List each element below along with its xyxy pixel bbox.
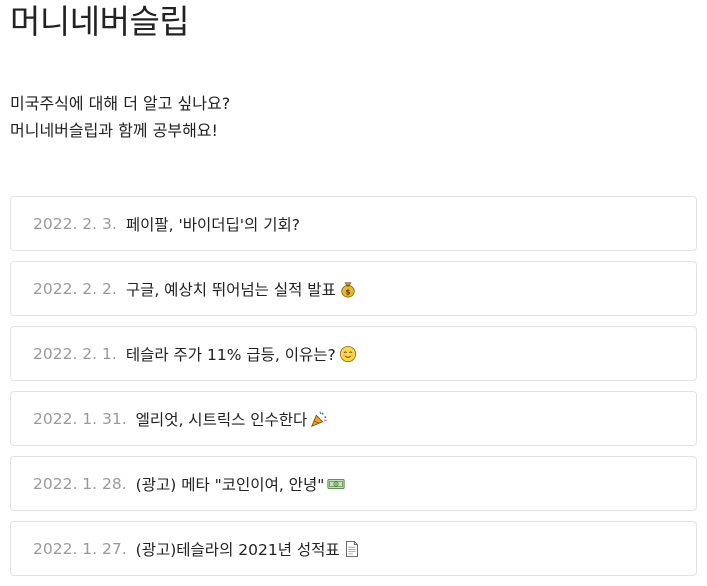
relieved-face-icon [339,345,356,362]
post-item[interactable]: 2022. 1. 31. 엘리엇, 시트릭스 인수한다 [10,391,697,446]
dollar-banknote-icon [327,478,345,489]
post-date: 2022. 1. 31. [33,409,127,428]
post-date: 2022. 2. 1. [33,344,117,363]
post-title[interactable]: (광고) 메타 "코인이여, 안녕" [136,473,325,495]
description-line-1: 미국주식에 대해 더 알고 싶나요? [10,94,231,113]
post-item[interactable]: 2022. 1. 27. (광고)테슬라의 2021년 성적표 [10,521,697,576]
post-date: 2022. 2. 3. [33,214,117,233]
description-line-2: 머니네버슬립과 함께 공부해요! [10,121,218,140]
page-title: 머니네버슬립 [10,2,190,41]
post-item[interactable]: 2022. 2. 2. 구글, 예상치 뛰어넘는 실적 발표 $ [10,261,697,316]
money-bag-icon: $ [341,281,355,298]
post-date: 2022. 1. 27. [33,539,127,558]
post-date: 2022. 2. 2. [33,279,117,298]
party-popper-icon [311,411,328,427]
post-title[interactable]: 엘리엇, 시트릭스 인수한다 [136,408,308,430]
svg-text:$: $ [345,287,350,296]
post-title[interactable]: 테슬라 주가 11% 급등, 이유는? [126,343,336,365]
post-title[interactable]: 페이팔, '바이더딥'의 기회? [126,213,300,235]
post-item[interactable]: 2022. 2. 1. 테슬라 주가 11% 급등, 이유는? [10,326,697,381]
post-list: 2022. 2. 3. 페이팔, '바이더딥'의 기회? 2022. 2. 2.… [10,196,697,586]
post-date: 2022. 1. 28. [33,474,127,493]
post-item[interactable]: 2022. 2. 3. 페이팔, '바이더딥'의 기회? [10,196,697,251]
post-title[interactable]: 구글, 예상치 뛰어넘는 실적 발표 [126,278,336,300]
post-item[interactable]: 2022. 1. 28. (광고) 메타 "코인이여, 안녕" [10,456,697,511]
post-title[interactable]: (광고)테슬라의 2021년 성적표 [136,538,340,560]
page-facing-up-icon [345,540,358,557]
blog-description: 미국주식에 대해 더 알고 싶나요? 머니네버슬립과 함께 공부해요! [10,90,230,144]
